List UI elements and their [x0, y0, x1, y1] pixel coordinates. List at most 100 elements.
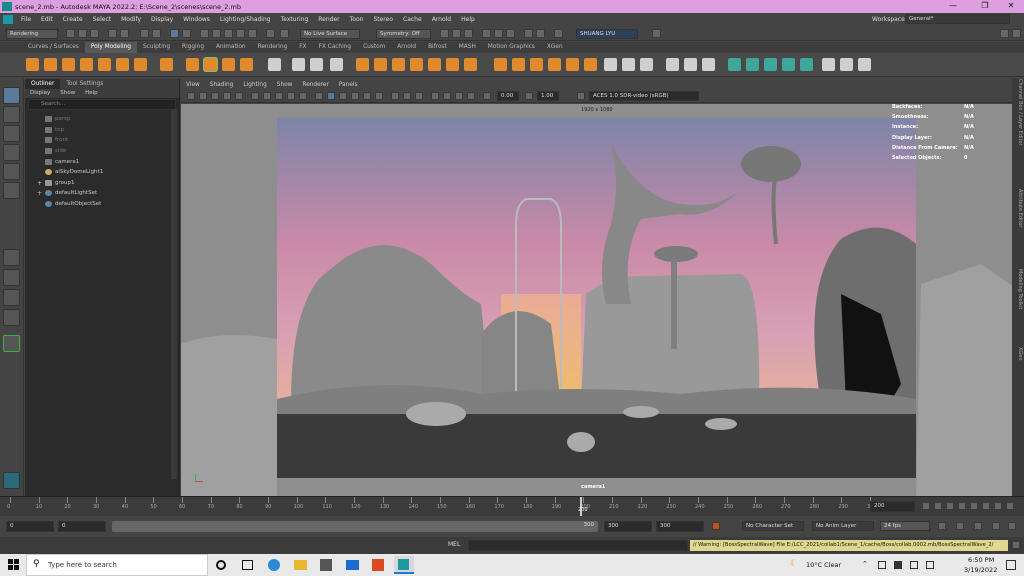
- step-forward-key-icon[interactable]: [994, 502, 1002, 510]
- lasso-tool-icon[interactable]: [3, 106, 20, 123]
- menu-modify[interactable]: Modify: [116, 16, 146, 23]
- menu-help[interactable]: Help: [456, 16, 480, 23]
- close-button[interactable]: ✕: [996, 0, 1024, 13]
- file-explorer-icon[interactable]: [294, 560, 307, 570]
- outliner-menu-show[interactable]: Show: [55, 89, 80, 98]
- open-scene-icon[interactable]: [78, 29, 87, 38]
- range-end-field[interactable]: 300: [604, 521, 652, 532]
- auto-key-icon[interactable]: [712, 522, 720, 530]
- vp-menu-show[interactable]: Show: [272, 79, 298, 91]
- new-scene-icon[interactable]: [66, 29, 75, 38]
- shelf-tab-bifrost[interactable]: Bifrost: [422, 42, 453, 53]
- exposure-field[interactable]: 0.00: [497, 91, 519, 101]
- script-editor-icon[interactable]: [1012, 541, 1020, 549]
- extrude-icon[interactable]: [494, 58, 507, 71]
- poly-torus-icon[interactable]: [98, 58, 111, 71]
- extract-icon[interactable]: [392, 58, 405, 71]
- poly-plane-icon[interactable]: [116, 58, 129, 71]
- shelf-tab-mash[interactable]: MASH: [453, 42, 482, 53]
- xray-icon[interactable]: [443, 92, 451, 100]
- separate-icon[interactable]: [292, 58, 305, 71]
- cache-icon[interactable]: [992, 522, 1000, 530]
- shelf-tab-sculpting[interactable]: Sculpting: [137, 42, 176, 53]
- menu-arnold[interactable]: Arnold: [427, 16, 456, 23]
- uv-shell-icon[interactable]: [840, 58, 853, 71]
- outliner-item-front[interactable]: front: [45, 137, 68, 143]
- target-weld-icon[interactable]: [684, 58, 697, 71]
- wedge-icon[interactable]: [584, 58, 597, 71]
- xray-components-icon[interactable]: [467, 92, 475, 100]
- sidebar-toggle-icon[interactable]: [1000, 29, 1009, 38]
- office-icon[interactable]: [372, 559, 384, 571]
- side-tab-xgen[interactable]: XGen: [1013, 347, 1023, 377]
- gamma-field[interactable]: 1.00: [537, 91, 559, 101]
- mask-icon[interactable]: [182, 29, 191, 38]
- playback-speed-icon[interactable]: [974, 522, 982, 530]
- multi-cut-icon[interactable]: [666, 58, 679, 71]
- play-backwards-icon[interactable]: [958, 502, 966, 510]
- gamma-icon[interactable]: [525, 92, 533, 100]
- shelf-tab-poly-modeling[interactable]: Poly Modeling: [84, 42, 137, 53]
- taskbar-search-box[interactable]: ⚲ Type here to search: [26, 554, 208, 576]
- menu-display[interactable]: Display: [146, 16, 178, 23]
- boolean-union-icon[interactable]: [356, 58, 369, 71]
- checker-icon[interactable]: [822, 58, 835, 71]
- side-tab-attribute-editor[interactable]: Attribute Editor: [1013, 189, 1023, 259]
- isolate-select-icon[interactable]: [431, 92, 439, 100]
- menu-toon[interactable]: Toon: [345, 16, 369, 23]
- anim-prefs-icon[interactable]: [1008, 522, 1016, 530]
- paint-select-icon[interactable]: [3, 125, 20, 142]
- volume-icon[interactable]: [894, 561, 902, 569]
- tab-outliner[interactable]: Outliner: [25, 79, 61, 89]
- scene-start-field[interactable]: 0: [6, 521, 54, 532]
- cylindrical-map-icon[interactable]: [764, 58, 777, 71]
- shadows-icon[interactable]: [375, 92, 383, 100]
- range-slider[interactable]: 300: [112, 521, 598, 532]
- zoom-tool-icon[interactable]: [3, 335, 20, 352]
- outliner-item-persp[interactable]: persp: [45, 116, 71, 122]
- taskbar-maya-button[interactable]: [394, 556, 414, 574]
- menu-create[interactable]: Create: [58, 16, 88, 23]
- shelf-tab-arnold[interactable]: Arnold: [391, 42, 422, 53]
- vp-menu-panels[interactable]: Panels: [334, 79, 363, 91]
- ipr-render-icon[interactable]: [452, 29, 461, 38]
- gate-mask-icon[interactable]: [287, 92, 295, 100]
- network-icon[interactable]: [878, 561, 886, 569]
- move-tool-icon[interactable]: [3, 144, 20, 161]
- outliner-item-group1[interactable]: group1: [45, 180, 74, 186]
- gear-icon[interactable]: [652, 29, 661, 38]
- bookmarks-icon[interactable]: [211, 92, 219, 100]
- show-hidden-icons[interactable]: ⌃: [862, 560, 868, 568]
- language-icon[interactable]: [926, 561, 934, 569]
- ambient-occlusion-icon[interactable]: [391, 92, 399, 100]
- wireframe-on-shaded-icon[interactable]: [339, 92, 347, 100]
- render-frame-icon[interactable]: [440, 29, 449, 38]
- outliner-item-top[interactable]: top: [45, 127, 64, 133]
- edge-icon[interactable]: [268, 559, 280, 571]
- shelf-tab-rigging[interactable]: Rigging: [176, 42, 210, 53]
- combine-icon[interactable]: [268, 58, 281, 71]
- workspace-dropdown[interactable]: General*: [905, 14, 1010, 24]
- circularize-icon[interactable]: [604, 58, 617, 71]
- shelf-tab-animation[interactable]: Animation: [210, 42, 252, 53]
- four-view-icon[interactable]: [3, 269, 20, 286]
- expand-defaultlightset[interactable]: +: [37, 190, 42, 197]
- outliner-item-camera1[interactable]: camera1: [45, 159, 79, 165]
- range-start-field[interactable]: 0: [58, 521, 106, 532]
- poly-cube-icon[interactable]: [44, 58, 57, 71]
- rotate-tool-icon[interactable]: [3, 163, 20, 180]
- menu-texturing[interactable]: Texturing: [276, 16, 314, 23]
- planar-map-icon[interactable]: [746, 58, 759, 71]
- vp-menu-lighting[interactable]: Lighting: [238, 79, 271, 91]
- menu-render[interactable]: Render: [313, 16, 344, 23]
- tab-tool-settings[interactable]: Tool Settings: [60, 79, 109, 89]
- single-view-icon[interactable]: [3, 249, 20, 266]
- textured-icon[interactable]: [351, 92, 359, 100]
- hypershade-icon[interactable]: [482, 29, 491, 38]
- platonic-solid-icon[interactable]: [160, 58, 173, 71]
- boolean-difference-icon[interactable]: [374, 58, 387, 71]
- append-polygon-icon[interactable]: [548, 58, 561, 71]
- uv-editor-icon[interactable]: [728, 58, 741, 71]
- snap-view-icon[interactable]: [236, 29, 245, 38]
- notification-icon[interactable]: [1006, 560, 1016, 570]
